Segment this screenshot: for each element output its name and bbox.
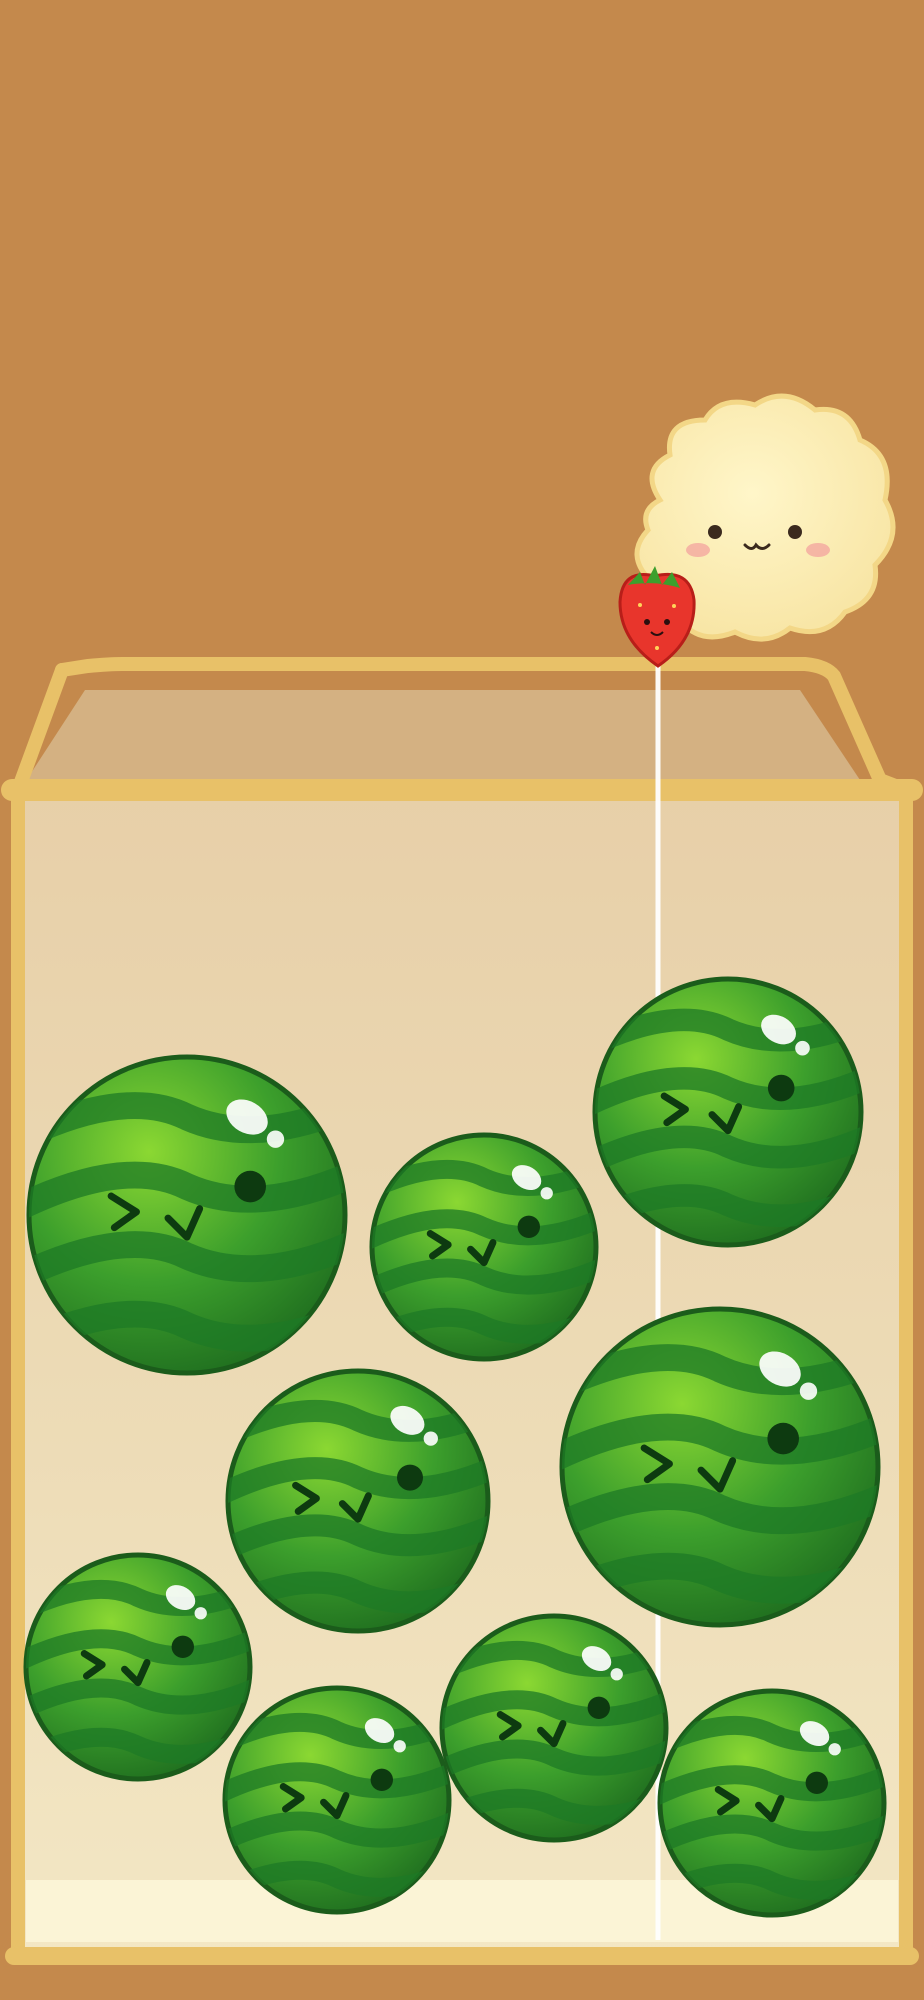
strawberry-eye-left: [644, 619, 650, 625]
cloud-blush-right: [806, 543, 830, 557]
watermelon-shine-dot: [194, 1607, 207, 1620]
game-board[interactable]: [0, 0, 924, 2000]
strawberry-eye-right: [664, 619, 670, 625]
watermelon-eye: [767, 1422, 799, 1455]
cloud-eye-left: [708, 525, 722, 539]
strawberry-seed: [672, 604, 676, 608]
watermelon-eye: [171, 1635, 194, 1659]
watermelon-eye: [587, 1696, 610, 1720]
watermelon-shine-dot: [423, 1431, 438, 1446]
watermelon-shine-dot: [610, 1668, 623, 1681]
watermelon-eye: [234, 1170, 266, 1203]
watermelon-shine-dot: [266, 1130, 285, 1148]
cloud-blush-left: [686, 543, 710, 557]
watermelon-eye: [517, 1215, 540, 1239]
watermelon-eye: [805, 1771, 828, 1795]
watermelon-shine-dot: [393, 1740, 406, 1753]
watermelon-shine-dot: [828, 1743, 841, 1756]
jar-back-wall: [20, 690, 860, 790]
watermelon-eye: [370, 1768, 393, 1792]
watermelon-shine-dot: [795, 1040, 810, 1056]
watermelon-eye: [397, 1464, 423, 1491]
watermelon-shine-dot: [540, 1187, 553, 1200]
watermelon-eye: [767, 1074, 795, 1102]
strawberry-seed: [655, 646, 659, 650]
watermelon-shine-dot: [799, 1382, 818, 1400]
cloud-eye-right: [788, 525, 802, 539]
strawberry-seed: [638, 603, 642, 607]
